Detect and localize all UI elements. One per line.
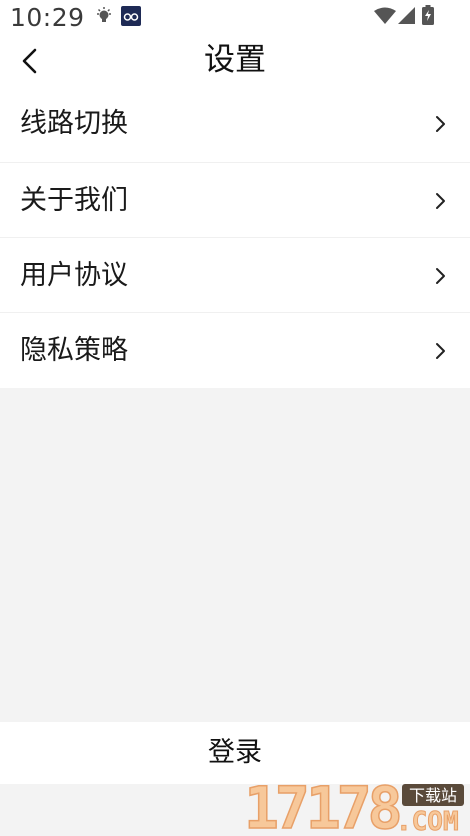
page-title: 设置 xyxy=(204,42,266,78)
status-bar: 10:29 xyxy=(0,0,470,36)
login-button[interactable]: 登录 xyxy=(0,722,470,784)
lightbulb-icon xyxy=(97,7,111,22)
chevron-right-icon xyxy=(436,343,445,359)
chevron-right-icon xyxy=(436,268,445,284)
menu-item-label: 隐私策略 xyxy=(20,335,128,366)
cell-signal-icon xyxy=(398,7,415,24)
menu-item-label: 用户协议 xyxy=(20,260,128,291)
menu-item-user-agreement[interactable]: 用户协议 xyxy=(0,238,470,313)
svg-text:.COM: .COM xyxy=(396,807,459,834)
watermark-logo: 17178 下载站 .COM xyxy=(244,778,464,834)
status-time: 10:29 xyxy=(10,3,85,32)
login-bar: 登录 xyxy=(0,722,470,784)
app-notification-icon xyxy=(121,6,141,26)
battery-charging-icon xyxy=(422,5,434,25)
svg-text:下载站: 下载站 xyxy=(409,786,457,805)
wifi-icon xyxy=(374,7,396,24)
chevron-right-icon xyxy=(436,193,445,209)
chevron-right-icon xyxy=(436,116,445,132)
header: 设置 xyxy=(0,36,470,86)
menu-item-privacy-policy[interactable]: 隐私策略 xyxy=(0,313,470,388)
svg-text:17178: 17178 xyxy=(244,778,400,834)
menu-item-about-us[interactable]: 关于我们 xyxy=(0,163,470,238)
menu-item-route-switch[interactable]: 线路切换 xyxy=(0,86,470,163)
menu-item-label: 线路切换 xyxy=(20,108,128,139)
settings-menu: 线路切换 关于我们 用户协议 隐私策略 xyxy=(0,86,470,388)
menu-item-label: 关于我们 xyxy=(20,185,128,216)
